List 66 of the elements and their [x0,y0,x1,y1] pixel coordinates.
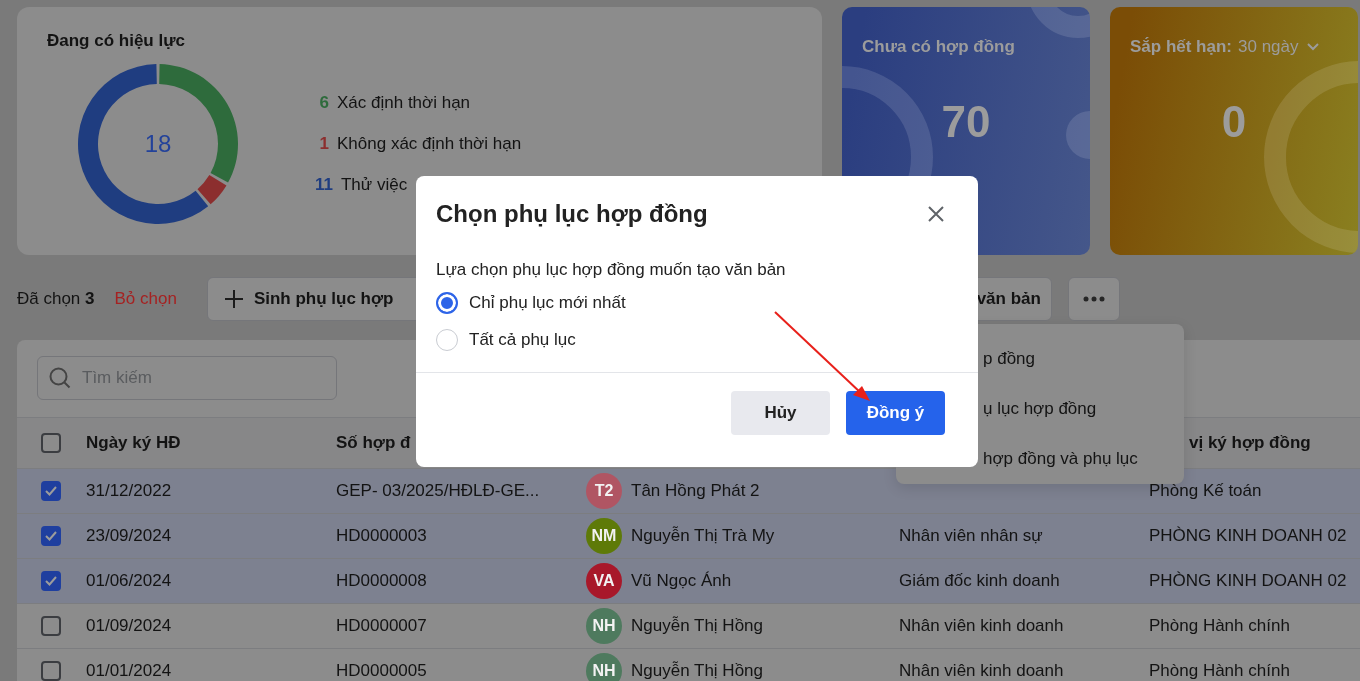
legend-label: Không xác định thời hạn [337,134,522,154]
stat-value: 0 [1220,97,1248,147]
confirm-button[interactable]: Đồng ý [846,391,945,435]
table-cell-text: Nhân viên nhân sự [899,526,1044,546]
selected-count: Đã chọn 3 [17,289,95,309]
more-icon [1082,296,1105,302]
column-header: Ngày ký HĐ [86,433,181,452]
table-cell-text: PHÒNG KINH DOANH 02 [1149,571,1348,591]
plus-icon [223,289,244,309]
search-icon [49,367,71,389]
table-cell: Nguyễn Thị Hồng [631,661,763,681]
table-cell-text: Giám đốc kinh doanh [899,571,1061,591]
avatar: T2 [586,473,622,509]
radio-button[interactable] [436,292,458,314]
table-cell-text: HD0000003 [336,526,428,546]
checkbox[interactable] [41,481,61,501]
table-cell: Tân Hồng Phát 2 [631,481,760,501]
more-button[interactable] [1067,277,1120,321]
close-icon[interactable] [928,206,944,222]
table-cell-text: 01/09/2024 [86,616,173,636]
table-cell: Nguyễn Thị Hồng [631,616,763,636]
dialog-title: Chọn phụ lục hợp đồng [436,200,708,228]
checkmark-icon [45,576,57,586]
legend-label: Thử việc [341,175,408,195]
checkbox[interactable] [41,661,61,681]
table-cell: Vũ Ngọc Ánh [631,571,732,591]
avatar: NM [586,518,622,554]
avatar: VA [586,563,622,599]
card-title: Chưa có hợp đồng [862,37,1015,57]
table-cell-text: GEP- 03/2025/HĐLĐ-GE... [336,481,541,501]
checkmark-icon [45,531,57,541]
table-cell: Nguyễn Thị Trà My [631,526,775,546]
table-cell-text: 23/09/2024 [86,526,173,546]
card-title: Đang có hiệu lực [47,31,185,51]
cancel-button[interactable]: Hủy [731,391,830,435]
checkbox[interactable] [41,526,61,546]
checkbox[interactable] [41,433,61,453]
checkmark-icon [45,486,57,496]
table-cell-text: HD0000007 [336,616,428,636]
legend-count: 1 [318,134,329,154]
column-header: Số hợp đ [336,433,411,452]
avatar: NH [586,653,622,681]
table-cell-text: HD0000005 [336,661,428,681]
stat-value: 70 [940,97,992,147]
checkbox[interactable] [41,616,61,636]
table-cell-text: 31/12/2022 [86,481,173,501]
table-cell-text: 01/06/2024 [86,571,173,591]
checkbox[interactable] [41,571,61,591]
table-cell-text: Phòng Kế toán [1149,481,1263,501]
radio-label: Tất cả phụ lục [469,330,576,350]
donut-total: 18 [144,130,172,158]
legend-label: Xác định thời hạn [337,93,471,113]
column-header: vị ký hợp đồng [1189,433,1311,452]
table-cell-text: Nhân viên kinh doanh [899,661,1065,681]
table-cell-text: Phòng Hành chính [1149,661,1291,681]
table-cell-text: HD0000008 [336,571,428,591]
legend-count: 6 [318,93,329,113]
dialog-description: Lựa chọn phụ lục hợp đồng muốn tạo văn bản [436,260,787,280]
table-cell-text: 01/01/2024 [86,661,173,681]
avatar: NH [586,608,622,644]
card-title: Sắp hết hạn: [1130,37,1232,57]
table-cell-text: Nhân viên kinh doanh [899,616,1065,636]
legend-count: 11 [315,175,333,195]
table-cell-text: PHÒNG KINH DOANH 02 [1149,526,1348,546]
chevron-down-icon [1306,43,1319,51]
table-cell-text: Phòng Hành chính [1149,616,1291,636]
